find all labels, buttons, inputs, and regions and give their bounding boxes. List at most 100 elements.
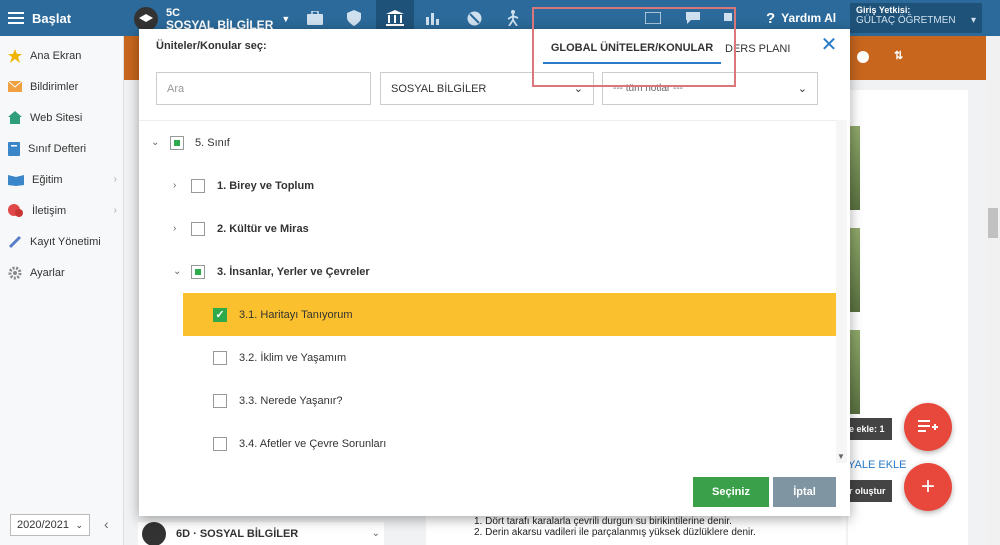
- add-list-fab[interactable]: [904, 403, 952, 451]
- notebook-icon: [8, 141, 20, 156]
- brand-label: Başlat: [32, 10, 72, 26]
- sidebar: Ana Ekran Bildirimler Web Sitesi Sınıf D…: [0, 36, 124, 545]
- scroll-down-icon[interactable]: ▼: [837, 452, 845, 461]
- year-select[interactable]: 2020/2021 ⌄: [10, 514, 90, 536]
- checkbox[interactable]: [213, 350, 227, 365]
- sidebar-item-label: Kayıt Yönetimi: [30, 235, 101, 248]
- tree-scrollbar[interactable]: ▼: [836, 120, 847, 463]
- sidebar-item-label: Ana Ekran: [30, 49, 82, 62]
- sidebar-item-label: İletişim: [32, 204, 67, 217]
- topic-tree: ⌄ 5. Sınıf › 1. Birey ve Toplum › 2. Kül…: [139, 120, 836, 463]
- caret-down-icon: ▾: [970, 15, 976, 26]
- role-selector[interactable]: Giriş Yetkisi: GÜLTAÇ ÖĞRETMEN ▾: [850, 3, 982, 33]
- topic-select-modal: Üniteler/Konular seç: GLOBAL ÜNİTELER/KO…: [139, 29, 850, 516]
- gear-icon: [8, 266, 22, 280]
- tree-node-label: 3.3. Nerede Yaşanır?: [239, 394, 343, 407]
- close-icon[interactable]: ✕: [819, 35, 839, 55]
- tree-node-label: 3.1. Haritayı Tanıyorum: [239, 308, 353, 321]
- question-icon: ?: [766, 9, 776, 27]
- chevron-right-icon: ›: [113, 205, 117, 216]
- sidebar-item-home[interactable]: Ana Ekran: [0, 40, 123, 71]
- chevron-right-icon[interactable]: ›: [173, 180, 183, 191]
- chevron-down-icon: ⌄: [371, 528, 380, 539]
- tree-node-root[interactable]: ⌄ 5. Sınıf: [139, 121, 836, 164]
- class-code: 5C: [166, 6, 181, 19]
- envelope-icon: [8, 81, 22, 92]
- cancel-button[interactable]: İptal: [773, 477, 836, 507]
- subject-select[interactable]: SOSYAL BİLGİLER ⌄: [380, 72, 594, 105]
- chevron-right-icon[interactable]: ›: [173, 223, 183, 234]
- checkbox[interactable]: [191, 178, 205, 193]
- book-open-icon: [8, 174, 24, 186]
- sidebar-item-communication[interactable]: İletişim ›: [0, 195, 123, 226]
- question-list: 1. Dört tarafı karalarla çevrili durgun …: [426, 514, 846, 545]
- tree-node-topic[interactable]: 3.4. Afetler ve Çevre Sorunları: [139, 422, 836, 463]
- sort-icon[interactable]: ⇅: [894, 49, 903, 62]
- tree-node-label: 3.2. İklim ve Yaşamım: [239, 351, 347, 364]
- sidebar-item-education[interactable]: Eğitim ›: [0, 164, 123, 195]
- star-icon: [8, 48, 22, 63]
- add-link[interactable]: YALE EKLE: [848, 459, 907, 471]
- sidebar-item-website[interactable]: Web Sitesi: [0, 102, 123, 133]
- sidebar-item-label: Web Sitesi: [30, 111, 83, 124]
- sidebar-item-label: Eğitim: [32, 173, 63, 186]
- globe-icon[interactable]: [856, 50, 870, 67]
- tree-node-unit[interactable]: › 2. Kültür ve Miras: [139, 207, 836, 250]
- house-icon: [8, 111, 22, 124]
- sidebar-item-registration[interactable]: Kayıt Yönetimi: [0, 226, 123, 257]
- tree-node-unit[interactable]: › 1. Birey ve Toplum: [139, 164, 836, 207]
- checkbox[interactable]: [213, 393, 227, 408]
- graduation-cap-icon: [134, 7, 158, 31]
- tree-node-unit[interactable]: ⌄ 3. İnsanlar, Yerler ve Çevreler: [139, 250, 836, 293]
- add-fab[interactable]: +: [904, 463, 952, 511]
- tab-global-units[interactable]: GLOBAL ÜNİTELER/KONULAR: [543, 34, 721, 64]
- sidebar-item-notifications[interactable]: Bildirimler: [0, 71, 123, 102]
- scrollbar-thumb[interactable]: [988, 208, 998, 238]
- search-input[interactable]: [156, 72, 371, 105]
- speech-bubbles-icon: [8, 203, 24, 218]
- plus-icon: +: [920, 473, 935, 500]
- sidebar-item-label: Bildirimler: [30, 80, 79, 93]
- collapse-sidebar-icon[interactable]: ‹: [104, 516, 109, 532]
- subject-value: SOSYAL BİLGİLER: [391, 82, 487, 95]
- chevron-down-icon: ▼: [281, 14, 291, 24]
- chevron-down-icon: ⌄: [573, 83, 583, 95]
- sidebar-item-settings[interactable]: Ayarlar: [0, 257, 123, 288]
- page-scrollbar[interactable]: [986, 36, 1000, 545]
- pencil-icon: [8, 235, 22, 249]
- help-label: Yardım Al: [781, 11, 837, 25]
- tab-lesson-plan[interactable]: DERS PLANI: [725, 34, 811, 64]
- checkbox-partial[interactable]: [191, 264, 205, 279]
- tree-node-topic[interactable]: 3.3. Nerede Yaşanır?: [139, 379, 836, 422]
- hamburger-icon: [8, 11, 24, 25]
- checkbox-partial[interactable]: [170, 135, 184, 150]
- add-button[interactable]: e ekle: 1: [846, 418, 892, 440]
- sidebar-item-label: Sınıf Defteri: [28, 142, 87, 155]
- tree-node-label: 2. Kültür ve Miras: [217, 222, 309, 235]
- tree-node-label: 3.4. Afetler ve Çevre Sorunları: [239, 437, 387, 450]
- chevron-down-icon: ⌄: [75, 519, 83, 530]
- tree-node-topic[interactable]: 3.2. İklim ve Yaşamım: [139, 336, 836, 379]
- class-card[interactable]: 6D · SOSYAL BİLGİLER ⌄: [138, 521, 384, 545]
- list-item: 1. Dört tarafı karalarla çevrili durgun …: [474, 516, 732, 527]
- chevron-down-icon[interactable]: ⌄: [151, 137, 161, 148]
- year-value: 2020/2021: [17, 519, 69, 531]
- tree-node-label: 3. İnsanlar, Yerler ve Çevreler: [217, 265, 370, 278]
- playlist-add-icon: [918, 418, 938, 437]
- role-title: Giriş Yetkisi:: [856, 5, 911, 15]
- grade-select[interactable]: --- tüm notlar --- ⌄: [602, 72, 818, 105]
- create-button[interactable]: r oluştur: [846, 480, 892, 502]
- checkbox[interactable]: [191, 221, 205, 236]
- checkbox-checked[interactable]: ✓: [213, 307, 227, 322]
- graduation-cap-icon: [142, 521, 166, 545]
- class-card-label: 6D · SOSYAL BİLGİLER: [176, 527, 299, 540]
- chevron-down-icon: ⌄: [797, 83, 807, 95]
- sidebar-item-class-book[interactable]: Sınıf Defteri: [0, 133, 123, 164]
- modal-title: Üniteler/Konular seç:: [156, 40, 267, 52]
- sidebar-item-label: Ayarlar: [30, 266, 65, 279]
- chevron-down-icon[interactable]: ⌄: [173, 266, 183, 277]
- start-menu-button[interactable]: Başlat: [0, 0, 124, 36]
- select-button[interactable]: Seçiniz: [693, 477, 769, 507]
- tree-node-topic-selected[interactable]: ✓ 3.1. Haritayı Tanıyorum: [183, 293, 836, 336]
- checkbox[interactable]: [213, 436, 227, 451]
